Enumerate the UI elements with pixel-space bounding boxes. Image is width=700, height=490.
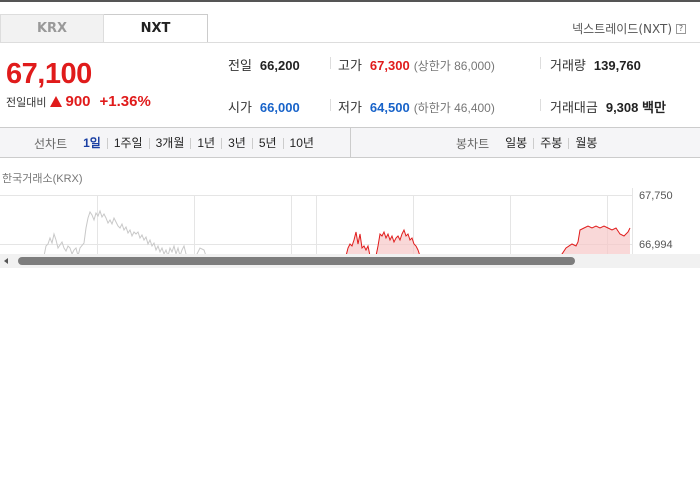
change-label: 전일대비 [6, 96, 47, 109]
separator [330, 99, 331, 111]
period-monthly[interactable]: 월봉 [568, 137, 603, 149]
period-1y[interactable]: 1년 [190, 137, 221, 149]
period-3y[interactable]: 3년 [221, 137, 252, 149]
period-1w[interactable]: 1주일 [106, 137, 149, 149]
period-1d[interactable]: 1일 [77, 137, 107, 149]
stat-volume: 거래량 139,760 [550, 58, 641, 73]
nxt-area-3 [560, 226, 630, 256]
line-chart-title: 선차트 [34, 136, 68, 151]
axis-label-top: 67,750 [639, 190, 673, 202]
scroll-left-icon[interactable] [4, 258, 8, 264]
stat-open: 시가 66,000 [228, 100, 300, 115]
stat-prev-close: 전일 66,200 [228, 58, 300, 73]
candle-chart-title: 봉차트 [456, 136, 490, 151]
current-price: 67,100 [6, 58, 92, 90]
bar-divider [350, 128, 351, 158]
stat-low: 저가 64,500 (하한가 46,400) [338, 100, 495, 115]
period-10y[interactable]: 10년 [282, 137, 320, 149]
separator [540, 57, 541, 69]
exchange-label: 한국거래소(KRX) [2, 173, 83, 185]
chart-period-bar: 선차트 1일 1주일 3개월 1년 3년 5년 10년 봉차트 일봉 주봉 월봉 [0, 128, 700, 158]
separator [330, 57, 331, 69]
price-change: 전일대비 900 +1.36% [6, 93, 151, 110]
market-tabs: KRX NXT [0, 14, 208, 42]
stat-amount: 거래대금 9,308 백만 [550, 100, 666, 115]
candle-chart-periods: 봉차트 일봉 주봉 월봉 [456, 128, 603, 158]
line-chart-periods: 선차트 1일 1주일 3개월 1년 3년 5년 10년 [34, 128, 320, 158]
intraday-chart: 67,750 66,994 [0, 188, 673, 256]
tab-krx[interactable]: KRX [0, 14, 104, 42]
chart-grid [0, 188, 633, 256]
data-source: 넥스트레이드(NXT) ? [572, 20, 686, 37]
divider [0, 42, 700, 43]
triangle-up-icon [50, 96, 63, 107]
period-3m[interactable]: 3개월 [148, 137, 191, 149]
period-weekly[interactable]: 주봉 [533, 137, 568, 149]
tab-nxt[interactable]: NXT [104, 14, 208, 42]
stat-high: 고가 67,300 (상한가 86,000) [338, 58, 495, 73]
period-5y[interactable]: 5년 [251, 137, 283, 149]
separator [540, 99, 541, 111]
change-percent: +1.36% [99, 93, 151, 110]
data-source-label: 넥스트레이드(NXT) [572, 22, 672, 36]
top-border [0, 0, 700, 2]
axis-label-mid: 66,994 [639, 239, 673, 251]
scroll-thumb[interactable] [18, 257, 575, 265]
help-icon[interactable]: ? [676, 23, 686, 34]
period-daily[interactable]: 일봉 [499, 137, 533, 149]
change-value: 900 [65, 93, 91, 110]
krx-price-line [43, 209, 207, 256]
chart-scrollbar[interactable] [0, 254, 700, 268]
